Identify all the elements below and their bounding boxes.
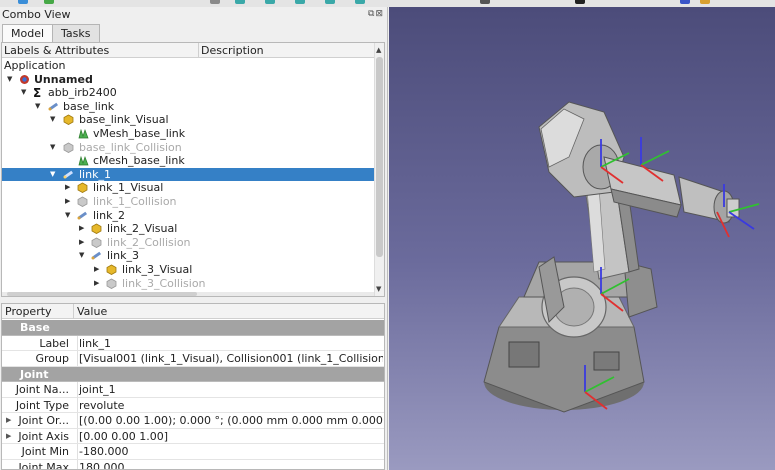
property-row-joint-name[interactable]: Joint Na... joint_1 bbox=[2, 382, 384, 398]
chevron-right-icon[interactable]: ▶ bbox=[79, 222, 84, 235]
part-cube-icon bbox=[63, 114, 74, 126]
property-row-joint-axis[interactable]: ▶ Joint Axis [0.00 0.00 1.00] bbox=[2, 428, 384, 444]
property-row-joint-max[interactable]: Joint Max 180.000 bbox=[2, 459, 384, 469]
svg-text:Σ: Σ bbox=[33, 87, 41, 98]
part-cube-icon bbox=[77, 196, 88, 207]
toolbar-icon[interactable] bbox=[325, 0, 335, 4]
chevron-down-icon[interactable]: ▼ bbox=[79, 249, 84, 262]
tree-item-base-link-visual[interactable]: ▼ base_link_Visual bbox=[2, 113, 375, 127]
tree-item-application[interactable]: Application bbox=[2, 59, 375, 73]
toolbar-icon[interactable] bbox=[44, 0, 54, 4]
mesh-icon bbox=[78, 155, 89, 166]
tab-tasks[interactable]: Tasks bbox=[52, 24, 100, 42]
toolbar-icon[interactable] bbox=[295, 0, 305, 4]
tree-horizontal-scrollbar[interactable] bbox=[2, 292, 376, 296]
link-chain-icon bbox=[91, 252, 102, 260]
freecad-app-icon bbox=[20, 74, 29, 84]
tree-header: Labels & Attributes Description bbox=[2, 43, 376, 58]
tree-item-base-link[interactable]: ▼ base_link bbox=[2, 100, 375, 114]
chevron-down-icon[interactable]: ▼ bbox=[35, 100, 40, 113]
part-cube-icon bbox=[91, 237, 102, 248]
scroll-down-icon[interactable]: ▼ bbox=[376, 285, 381, 293]
combo-view-panel: Combo View ⧉⊠ Model Tasks Labels & Attrib… bbox=[0, 7, 388, 470]
robot-wrist bbox=[678, 176, 740, 224]
tree-item-link-2-visual[interactable]: ▶ link_2_Visual bbox=[2, 222, 375, 236]
toolbar-icon[interactable] bbox=[235, 0, 245, 4]
chevron-right-icon[interactable]: ▶ bbox=[65, 181, 70, 194]
toolbar-strip bbox=[0, 0, 775, 7]
model-tree[interactable]: Labels & Attributes Description Applicat… bbox=[1, 42, 385, 297]
scroll-thumb[interactable] bbox=[376, 57, 383, 257]
property-group-base[interactable]: Base bbox=[2, 320, 384, 336]
property-row-group[interactable]: Group [Visual001 (link_1_Visual), Collis… bbox=[2, 351, 384, 367]
tree-item-cmesh-base-link[interactable]: cMesh_base_link bbox=[2, 154, 375, 168]
link-chain-icon bbox=[77, 211, 88, 220]
property-view: Property Value Base Label link_1 Group [… bbox=[1, 303, 385, 470]
robot-model bbox=[483, 101, 760, 413]
tree-item-link-1-collision[interactable]: ▶ link_1_Collision bbox=[2, 195, 375, 209]
part-cube-icon bbox=[77, 182, 88, 194]
tree-item-base-link-collision[interactable]: ▼ base_link_Collision bbox=[2, 141, 375, 155]
property-row-joint-origin[interactable]: ▶ Joint Or... [(0.00 0.00 1.00); 0.000 °… bbox=[2, 413, 384, 429]
prop-col-value[interactable]: Value bbox=[77, 305, 107, 318]
property-group-joint[interactable]: Joint bbox=[2, 366, 384, 382]
tree-col-labels[interactable]: Labels & Attributes bbox=[4, 44, 109, 57]
link-chain-icon bbox=[48, 102, 59, 111]
chevron-right-icon[interactable]: ▶ bbox=[94, 277, 99, 290]
tree-item-link-3-collision[interactable]: ▶ link_3_Collision bbox=[2, 277, 375, 291]
chevron-down-icon[interactable]: ▼ bbox=[50, 141, 55, 154]
tree-col-description[interactable]: Description bbox=[201, 44, 264, 57]
toolbar-icon[interactable] bbox=[210, 0, 220, 4]
tree-vertical-scrollbar[interactable]: ▲ ▼ bbox=[374, 43, 384, 296]
sigma-robot-icon: Σ bbox=[33, 87, 41, 98]
tree-item-robot[interactable]: ▼ Σ abb_irb2400 bbox=[2, 86, 375, 100]
toolbar-icon[interactable] bbox=[265, 0, 275, 4]
toolbar-icon[interactable] bbox=[355, 0, 365, 4]
tree-item-link-2[interactable]: ▼ link_2 bbox=[2, 209, 375, 223]
property-header: Property Value bbox=[2, 304, 384, 319]
chevron-down-icon[interactable]: ▼ bbox=[50, 168, 55, 181]
part-cube-icon bbox=[63, 142, 74, 153]
chevron-right-icon[interactable]: ▶ bbox=[79, 236, 84, 249]
tree-item-link-2-collision[interactable]: ▶ link_2_Collision bbox=[2, 236, 375, 250]
tree-item-link-3-visual[interactable]: ▶ link_3_Visual bbox=[2, 263, 375, 277]
scroll-up-icon[interactable]: ▲ bbox=[376, 46, 381, 54]
property-row-joint-min[interactable]: Joint Min -180.000 bbox=[2, 444, 384, 460]
combo-view-title: Combo View bbox=[2, 8, 71, 21]
mesh-icon bbox=[78, 128, 89, 139]
part-cube-icon bbox=[91, 223, 102, 235]
toolbar-icon[interactable] bbox=[575, 0, 585, 4]
tree-item-link-1[interactable]: ▼ link_1 bbox=[2, 167, 375, 182]
tree-item-link-1-visual[interactable]: ▶ link_1_Visual bbox=[2, 181, 375, 195]
toolbar-icon[interactable] bbox=[680, 0, 690, 4]
tree-item-unnamed[interactable]: ▼ Unnamed bbox=[2, 73, 375, 87]
tab-model[interactable]: Model bbox=[2, 24, 54, 42]
chevron-down-icon[interactable]: ▼ bbox=[50, 113, 55, 126]
tree-item-vmesh-base-link[interactable]: vMesh_base_link bbox=[2, 127, 375, 141]
3d-viewport[interactable] bbox=[389, 7, 775, 470]
toolbar-icon[interactable] bbox=[18, 0, 28, 4]
chevron-right-icon[interactable]: ▶ bbox=[94, 263, 99, 276]
panel-window-buttons[interactable]: ⧉⊠ bbox=[368, 9, 384, 19]
property-row-label[interactable]: Label link_1 bbox=[2, 335, 384, 351]
chevron-right-icon[interactable]: ▶ bbox=[65, 195, 70, 208]
tree-item-link-3[interactable]: ▼ link_3 bbox=[2, 249, 375, 263]
chevron-down-icon[interactable]: ▼ bbox=[7, 73, 12, 86]
part-cube-icon bbox=[106, 264, 117, 275]
chevron-down-icon[interactable]: ▼ bbox=[65, 209, 70, 222]
chevron-down-icon[interactable]: ▼ bbox=[21, 86, 26, 99]
part-cube-icon bbox=[106, 278, 117, 289]
toolbar-icon[interactable] bbox=[480, 0, 490, 4]
tab-bar: Model Tasks bbox=[2, 24, 100, 42]
app-root: Combo View ⧉⊠ Model Tasks Labels & Attrib… bbox=[0, 0, 775, 470]
link-chain-icon bbox=[63, 170, 74, 179]
prop-col-property[interactable]: Property bbox=[5, 305, 52, 318]
toolbar-icon[interactable] bbox=[700, 0, 710, 4]
property-row-joint-type[interactable]: Joint Type revolute bbox=[2, 397, 384, 413]
